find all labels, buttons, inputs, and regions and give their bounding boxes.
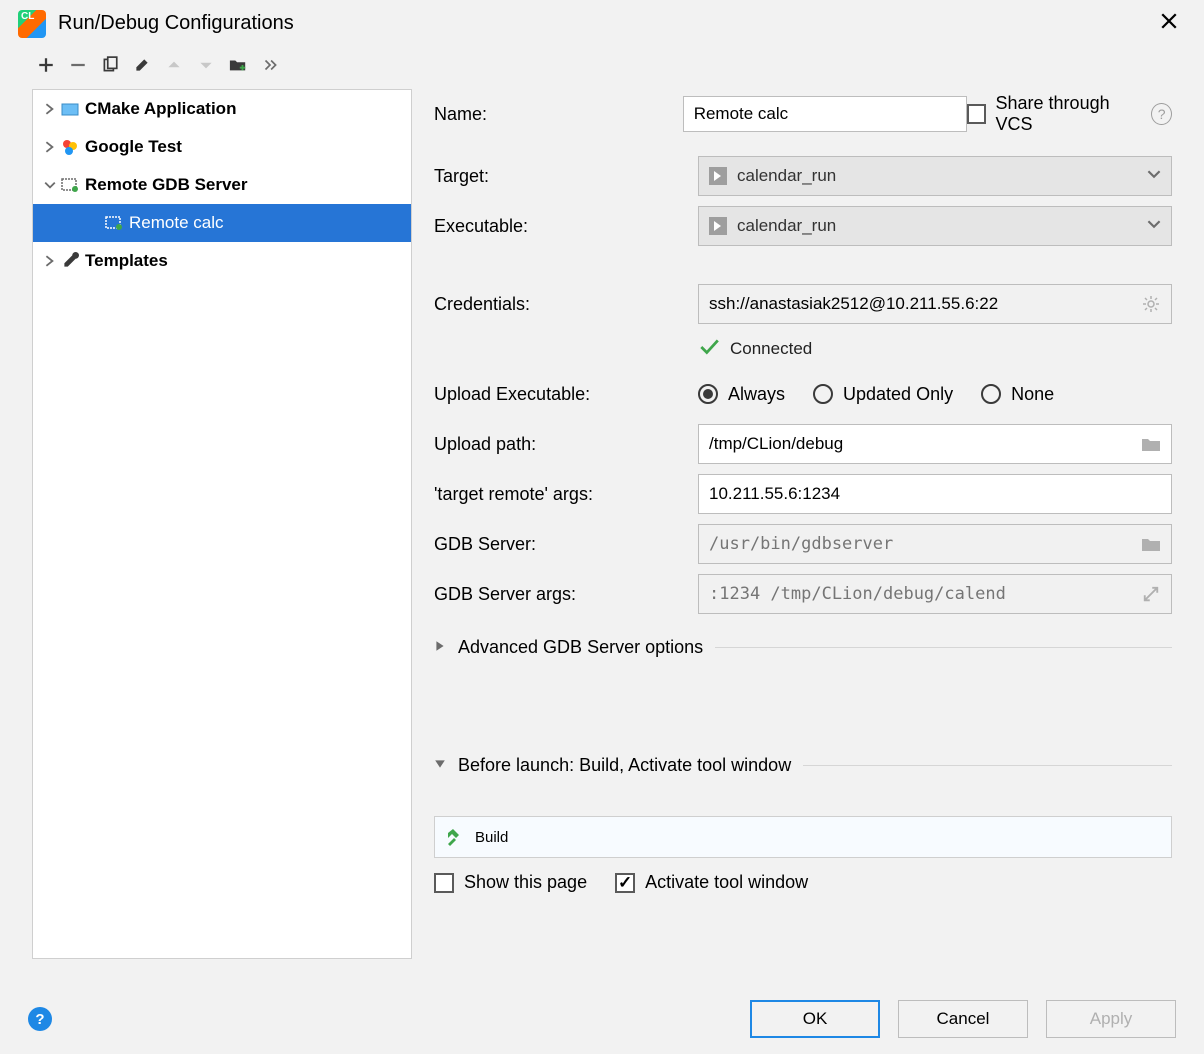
credentials-input[interactable] (709, 294, 1141, 314)
show-page-checkbox[interactable] (434, 873, 454, 893)
ok-button[interactable]: OK (750, 1000, 880, 1038)
tree-item-templates[interactable]: Templates (33, 242, 411, 280)
config-tree[interactable]: CMake Application Google Test Remote GDB… (32, 89, 412, 959)
folder-icon[interactable] (1141, 434, 1161, 454)
edit-defaults-button[interactable] (128, 51, 156, 79)
run-icon (709, 167, 727, 185)
gear-icon[interactable] (1141, 294, 1161, 314)
activate-window-checkbox-wrap[interactable]: Activate tool window (615, 872, 808, 893)
gtest-icon (59, 138, 81, 156)
advanced-label: Advanced GDB Server options (458, 637, 703, 658)
tree-item-cmake[interactable]: CMake Application (33, 90, 411, 128)
target-value: calendar_run (737, 166, 836, 186)
run-icon (709, 217, 727, 235)
tree-item-gtest[interactable]: Google Test (33, 128, 411, 166)
target-remote-input[interactable] (709, 484, 1161, 504)
triangle-down-icon (434, 757, 446, 774)
connection-status: Connected (730, 339, 812, 359)
divider (803, 765, 1172, 766)
divider (715, 647, 1172, 648)
executable-label: Executable: (434, 216, 698, 237)
target-remote-label: 'target remote' args: (434, 484, 698, 505)
gdb-server-args-label: GDB Server args: (434, 584, 698, 605)
before-launch-toolbar (434, 785, 1172, 816)
name-input[interactable] (683, 96, 967, 132)
name-label: Name: (434, 104, 683, 125)
expand-icon[interactable] (1141, 584, 1161, 604)
folder-icon[interactable] (1141, 534, 1161, 554)
credentials-label: Credentials: (434, 294, 698, 315)
config-form: Name: Share through VCS ? Target: calend… (434, 89, 1172, 959)
help-button[interactable]: ? (28, 1007, 52, 1031)
wrench-icon (59, 252, 81, 270)
title-bar: Run/Debug Configurations (0, 0, 1204, 51)
radio-none[interactable]: None (981, 384, 1054, 405)
tree-label: Templates (85, 251, 168, 271)
folder-button[interactable] (224, 51, 252, 79)
window-title: Run/Debug Configurations (58, 12, 294, 35)
activate-window-label: Activate tool window (645, 872, 808, 893)
tree-label: Remote GDB Server (85, 175, 248, 195)
show-page-label: Show this page (464, 872, 587, 893)
upload-path-input[interactable] (709, 434, 1141, 454)
tree-label: Google Test (85, 137, 182, 157)
before-launch-item[interactable]: Build (434, 816, 1172, 858)
chevron-right-icon (41, 141, 59, 153)
executable-dropdown[interactable]: calendar_run (698, 206, 1172, 246)
share-vcs-checkbox[interactable] (967, 104, 986, 124)
before-launch-item-label: Build (475, 829, 508, 846)
move-up-button (160, 51, 188, 79)
credentials-field[interactable] (698, 284, 1172, 324)
tree-label: CMake Application (85, 99, 236, 119)
remove-config-button[interactable] (64, 51, 92, 79)
upload-path-field[interactable] (698, 424, 1172, 464)
before-launch-toggle[interactable]: Before launch: Build, Activate tool wind… (434, 745, 1172, 785)
move-down-button (192, 51, 220, 79)
chevron-down-icon (1147, 167, 1161, 185)
gdb-server-field[interactable] (698, 524, 1172, 564)
gdb-server-label: GDB Server: (434, 534, 698, 555)
chevron-down-icon (1147, 217, 1161, 235)
share-vcs-label: Share through VCS (996, 93, 1142, 135)
gdb-server-args-input[interactable] (709, 584, 1141, 604)
chevron-right-icon (41, 255, 59, 267)
dialog-footer: ? OK Cancel Apply (0, 1000, 1204, 1038)
radio-always[interactable]: Always (698, 384, 785, 405)
radio-updated-only[interactable]: Updated Only (813, 384, 953, 405)
tree-item-remote-gdb[interactable]: Remote GDB Server (33, 166, 411, 204)
apply-button: Apply (1046, 1000, 1176, 1038)
tree-item-remote-calc[interactable]: Remote calc (33, 204, 411, 242)
remote-icon (59, 177, 81, 193)
activate-window-checkbox[interactable] (615, 873, 635, 893)
upload-path-label: Upload path: (434, 434, 698, 455)
before-launch-label: Before launch: Build, Activate tool wind… (458, 755, 791, 776)
more-button[interactable] (256, 51, 284, 79)
copy-config-button[interactable] (96, 51, 124, 79)
help-icon[interactable]: ? (1151, 103, 1172, 125)
gdb-server-args-field[interactable] (698, 574, 1172, 614)
target-dropdown[interactable]: calendar_run (698, 156, 1172, 196)
show-page-checkbox-wrap[interactable]: Show this page (434, 872, 587, 893)
chevron-down-icon (41, 179, 59, 191)
triangle-right-icon (434, 639, 446, 656)
add-config-button[interactable] (32, 51, 60, 79)
executable-value: calendar_run (737, 216, 836, 236)
close-button[interactable] (1152, 8, 1186, 39)
config-toolbar (0, 51, 1204, 89)
app-icon (18, 10, 46, 38)
target-label: Target: (434, 166, 698, 187)
chevron-right-icon (41, 103, 59, 115)
upload-exec-label: Upload Executable: (434, 384, 698, 405)
check-icon (698, 336, 720, 362)
target-remote-field[interactable] (698, 474, 1172, 514)
cmake-icon (59, 101, 81, 117)
cancel-button[interactable]: Cancel (898, 1000, 1028, 1038)
gdb-server-input[interactable] (709, 534, 1141, 554)
hammer-icon (445, 827, 465, 847)
tree-label: Remote calc (129, 213, 223, 233)
advanced-section-toggle[interactable]: Advanced GDB Server options (434, 627, 1172, 667)
remote-icon (103, 215, 125, 231)
